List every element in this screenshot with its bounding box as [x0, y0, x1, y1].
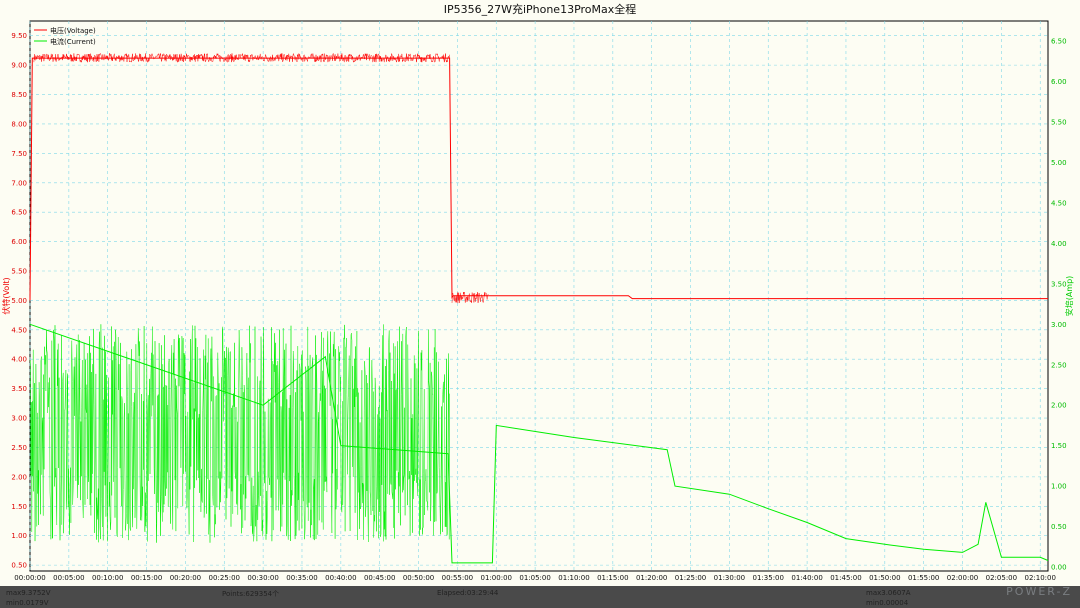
legend-current-label: 电流(Current) [50, 37, 96, 46]
y-right-tick-label: 3.00 [1051, 321, 1067, 329]
y-left-tick-label: 6.50 [11, 209, 27, 217]
x-tick-label: 00:40:00 [325, 574, 356, 582]
x-tick-label: 00:25:00 [209, 574, 240, 582]
y-left-tick-label: 7.50 [11, 150, 27, 158]
x-tick-label: 02:05:00 [986, 574, 1017, 582]
y-left-tick-label: 8.00 [11, 120, 27, 128]
watermark: POWER-Z [1006, 585, 1072, 598]
status-elapsed: Elapsed:03:29:44 [437, 589, 499, 597]
y-right-tick-label: 1.50 [1051, 442, 1067, 450]
y-left-tick-label: 5.50 [11, 268, 27, 276]
status-bar: max9.3752V min0.0179V Points:629354个 Ela… [0, 586, 1080, 608]
y-left-tick-label: 0.50 [11, 562, 27, 570]
y-left-tick-label: 6.00 [11, 238, 27, 246]
y-left-tick-label: 9.50 [11, 32, 27, 40]
x-tick-label: 00:20:00 [170, 574, 201, 582]
chart-svg: 0.50 1.00 1.50 2.00 2.50 3.00 3.50 4.00 4.50 5.00… [1, 2, 1074, 582]
y-axis-left-label: 伏特(Volt) [1, 277, 11, 314]
x-tick-label: 01:10:00 [558, 574, 589, 582]
x-tick-label: 01:25:00 [675, 574, 706, 582]
x-tick-label: 00:30:00 [247, 574, 278, 582]
status-points: Points:629354个 [222, 590, 280, 598]
y-right-tick-label: 4.50 [1051, 199, 1067, 207]
y-right-tick-label: 2.50 [1051, 361, 1067, 369]
y-left-tick-label: 3.00 [11, 415, 27, 423]
y-left-tick-label: 9.00 [11, 62, 27, 70]
y-left-tick-label: 2.00 [11, 473, 27, 481]
y-left-tick-label: 1.50 [11, 503, 27, 511]
y-right-tick-label: 0.00 [1051, 563, 1067, 571]
left-axis: 0.50 1.00 1.50 2.00 2.50 3.00 3.50 4.00 4.50 5.00… [11, 32, 27, 569]
x-tick-label: 01:35:00 [753, 574, 784, 582]
x-axis: 00:00:00 00:05:00 00:10:00 00:15:00 00:20:00… [14, 574, 1056, 582]
y-left-tick-label: 2.50 [11, 444, 27, 452]
x-tick-label: 00:50:00 [403, 574, 434, 582]
x-tick-label: 00:55:00 [442, 574, 473, 582]
y-right-tick-label: 6.00 [1051, 78, 1067, 86]
x-tick-label: 01:15:00 [597, 574, 628, 582]
status-min-voltage: min0.0179V [6, 599, 49, 607]
status-min-current: min0.00004 [866, 599, 909, 607]
y-left-tick-label: 5.00 [11, 297, 27, 305]
y-left-tick-label: 1.00 [11, 532, 27, 540]
chart-title: IP5356_27W充iPhone13ProMax全程 [444, 2, 637, 16]
y-left-tick-label: 4.00 [11, 356, 27, 364]
y-right-tick-label: 6.50 [1051, 38, 1067, 46]
y-right-tick-label: 5.50 [1051, 119, 1067, 127]
x-tick-label: 01:55:00 [908, 574, 939, 582]
status-max-current: max3.0607A [866, 589, 911, 597]
y-right-tick-label: 4.00 [1051, 240, 1067, 248]
y-left-tick-label: 4.50 [11, 326, 27, 334]
x-tick-label: 01:00:00 [481, 574, 512, 582]
chart-window: 0.50 1.00 1.50 2.00 2.50 3.00 3.50 4.00 4.50 5.00… [0, 0, 1080, 608]
y-right-tick-label: 5.00 [1051, 159, 1067, 167]
x-tick-label: 00:00:00 [14, 574, 45, 582]
x-tick-label: 00:10:00 [92, 574, 123, 582]
y-left-tick-label: 8.50 [11, 91, 27, 99]
y-right-tick-label: 2.00 [1051, 402, 1067, 410]
x-tick-label: 01:45:00 [830, 574, 861, 582]
x-tick-label: 00:15:00 [131, 574, 162, 582]
x-tick-label: 02:00:00 [947, 574, 978, 582]
x-tick-label: 02:10:00 [1025, 574, 1056, 582]
x-tick-label: 00:35:00 [286, 574, 317, 582]
x-tick-label: 00:05:00 [53, 574, 84, 582]
x-tick-label: 01:50:00 [869, 574, 900, 582]
y-right-tick-label: 0.50 [1051, 523, 1067, 531]
legend-voltage-label: 电压(Voltage) [50, 26, 96, 35]
x-tick-label: 01:05:00 [519, 574, 550, 582]
y-left-tick-label: 7.00 [11, 179, 27, 187]
y-right-tick-label: 1.00 [1051, 483, 1067, 491]
y-axis-right-label: 安培(Amp) [1064, 276, 1074, 317]
x-tick-label: 01:30:00 [714, 574, 745, 582]
y-left-tick-label: 3.50 [11, 385, 27, 393]
x-tick-label: 01:20:00 [636, 574, 667, 582]
x-tick-label: 01:40:00 [791, 574, 822, 582]
x-tick-label: 00:45:00 [364, 574, 395, 582]
status-max-voltage: max9.3752V [6, 589, 51, 597]
